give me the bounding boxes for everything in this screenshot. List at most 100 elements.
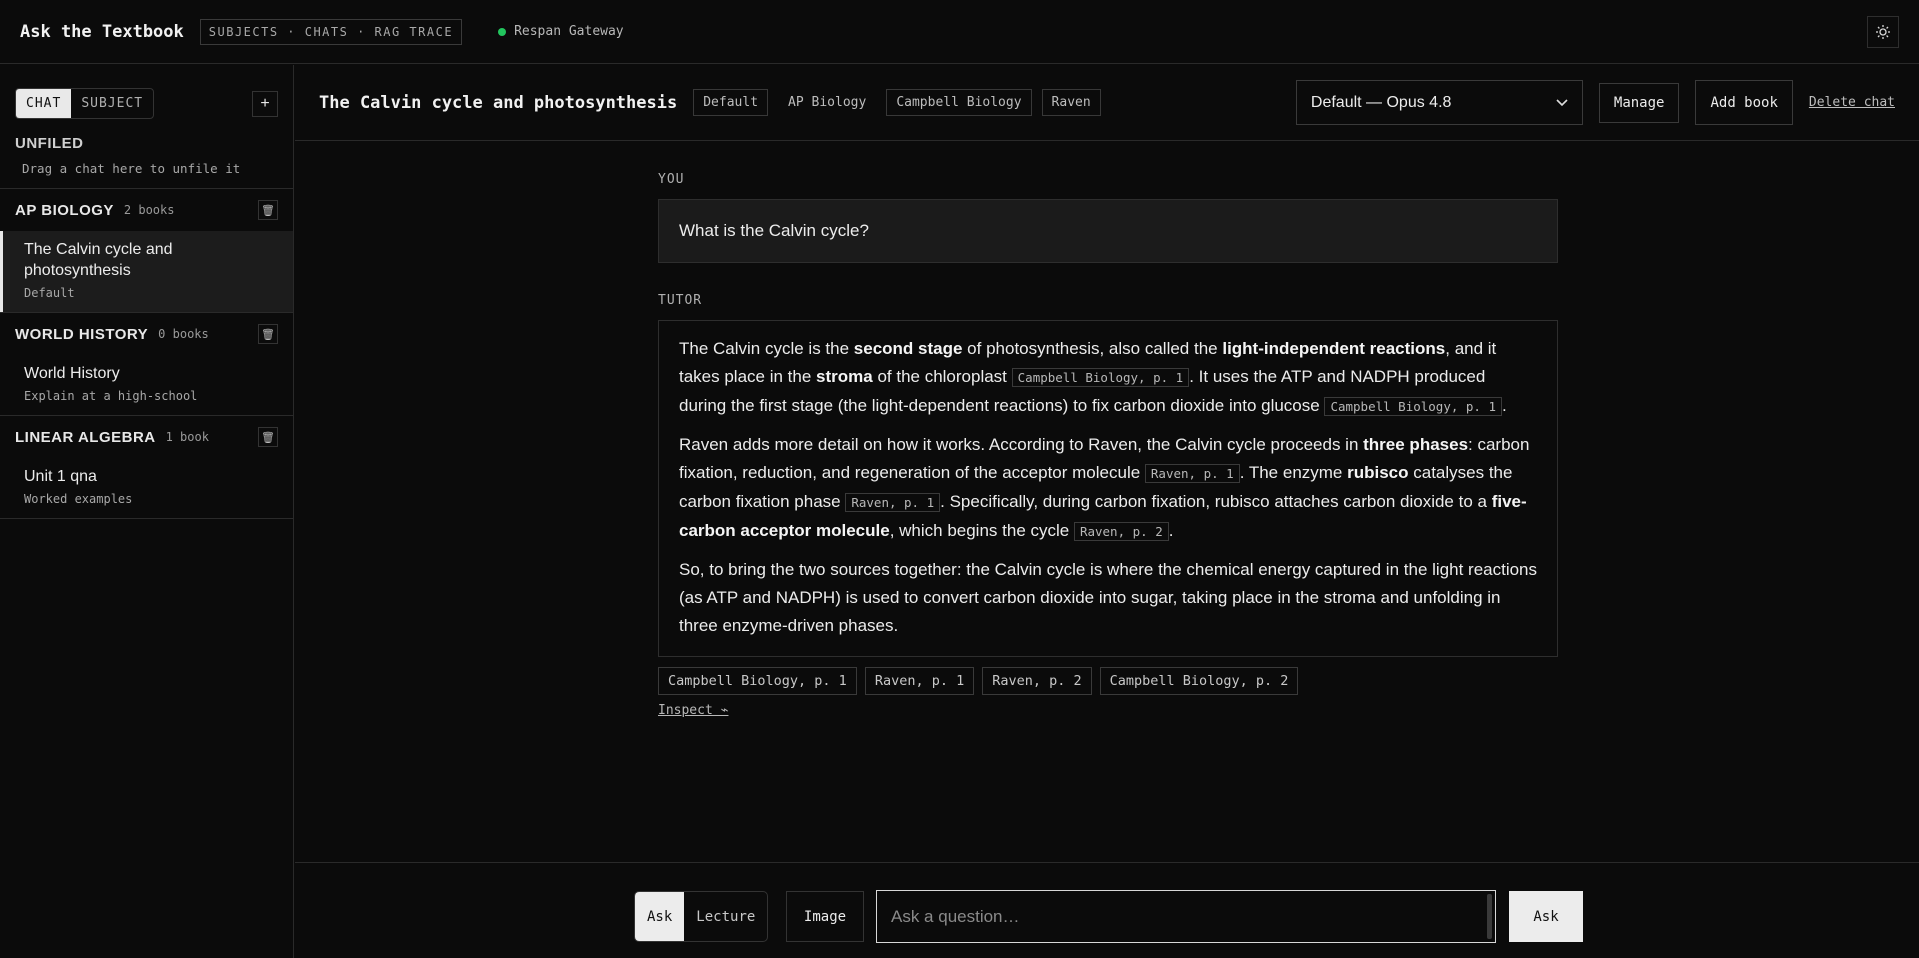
answer-text: . Specifically, during carbon fixation, …	[940, 492, 1492, 511]
chat-tags: Default AP Biology Campbell Biology Rave…	[683, 89, 1101, 116]
answer-bold: stroma	[816, 367, 873, 386]
manage-button[interactable]: Manage	[1598, 82, 1680, 123]
subject-group: LINEAR ALGEBRA 1 book 🗑 Unit 1 qna Worke…	[0, 416, 293, 519]
status-dot-icon	[498, 27, 507, 36]
inline-citation[interactable]: Campbell Biology, p. 1	[1324, 397, 1503, 416]
answer-paragraph: The Calvin cycle is the second stage of …	[679, 335, 1537, 421]
group-header: UNFILED	[0, 125, 293, 161]
chevron-down-icon	[1556, 96, 1568, 110]
answer-bold: light-independent reactions	[1222, 339, 1446, 358]
sidebar: CHAT SUBJECT + UNFILED Drag a chat here …	[0, 65, 294, 958]
chat-list-item[interactable]: Unit 1 qna Worked examples	[0, 458, 293, 518]
answer-text: of the chloroplast	[872, 367, 1012, 386]
subject-group: AP BIOLOGY 2 books 🗑 The Calvin cycle an…	[0, 189, 293, 313]
nav-links[interactable]: SUBJECTS · CHATS · RAG TRACE	[199, 18, 463, 45]
question-input[interactable]	[876, 890, 1496, 943]
composer: Ask Lecture Image Ask	[295, 862, 1919, 958]
inline-citation[interactable]: Raven, p. 2	[1073, 522, 1169, 541]
group-name: WORLD HISTORY	[15, 325, 149, 343]
group-book-count: 0 books	[158, 327, 209, 341]
source-list: Campbell Biology, p. 1 Raven, p. 1 Raven…	[658, 667, 1558, 695]
conversation: YOU What is the Calvin cycle? TUTOR The …	[658, 141, 1558, 719]
answer-text: Raven adds more detail on how it works. …	[679, 435, 1364, 454]
answer-bold: second stage	[853, 339, 963, 358]
source-chip[interactable]: Campbell Biology, p. 1	[658, 667, 857, 695]
header-actions: Default — Opus 4.8 Manage Add book Delet…	[1295, 80, 1895, 125]
chat-subtitle: Explain at a high-school	[24, 389, 198, 403]
ask-button[interactable]: Ask	[1509, 891, 1583, 942]
answer-text: .	[1168, 521, 1174, 540]
group-header[interactable]: LINEAR ALGEBRA 1 book 🗑	[0, 416, 293, 458]
delete-subject-button[interactable]: 🗑	[258, 427, 278, 447]
gateway-status: Respan Gateway	[498, 24, 624, 39]
answer-text: , which begins the cycle	[889, 521, 1074, 540]
gateway-label: Respan Gateway	[514, 24, 624, 39]
input-scrollbar[interactable]	[1487, 894, 1492, 939]
chat-title: The Calvin cycle and photosynthesis	[24, 241, 173, 279]
chat-list-item[interactable]: World History Explain at a high-school	[0, 355, 293, 415]
new-chat-button[interactable]: +	[252, 90, 278, 117]
mode-lecture[interactable]: Lecture	[684, 892, 767, 941]
group-header[interactable]: WORLD HISTORY 0 books 🗑	[0, 313, 293, 355]
inline-citation[interactable]: Campbell Biology, p. 1	[1011, 368, 1190, 387]
chat-header: The Calvin cycle and photosynthesis Defa…	[295, 65, 1919, 141]
answer-text: . The enzyme	[1239, 463, 1348, 482]
chat-subtitle: Default	[24, 286, 75, 300]
answer-paragraph: Raven adds more detail on how it works. …	[679, 431, 1537, 546]
sun-icon	[1876, 25, 1890, 39]
group-name: LINEAR ALGEBRA	[15, 428, 156, 446]
chat-list-item[interactable]: The Calvin cycle and photosynthesis Defa…	[0, 231, 293, 312]
model-select[interactable]: Default — Opus 4.8	[1295, 80, 1583, 125]
answer-paragraph: So, to bring the two sources together: t…	[679, 560, 1538, 635]
group-book-count: 1 book	[165, 430, 209, 444]
answer-text: of photosynthesis, also called the	[962, 339, 1223, 358]
chat-subtitle: Worked examples	[24, 492, 133, 506]
toggle-chat[interactable]: CHAT	[16, 89, 72, 118]
theme-toggle-button[interactable]	[1867, 16, 1899, 48]
top-bar: Ask the Textbook SUBJECTS · CHATS · RAG …	[0, 0, 1919, 64]
inline-citation[interactable]: Raven, p. 1	[1144, 464, 1240, 483]
image-button[interactable]: Image	[786, 891, 864, 942]
unfiled-group[interactable]: UNFILED Drag a chat here to unfile it	[0, 125, 293, 189]
model-select-value: Default — Opus 4.8	[1310, 93, 1452, 111]
delete-subject-button[interactable]: 🗑	[258, 324, 278, 344]
toggle-subject[interactable]: SUBJECT	[71, 89, 153, 118]
answer-bold: three phases	[1363, 435, 1469, 454]
inline-citation[interactable]: Raven, p. 1	[845, 493, 941, 512]
group-name: UNFILED	[15, 134, 84, 152]
source-chip[interactable]: Campbell Biology, p. 2	[1099, 667, 1299, 695]
group-header[interactable]: AP BIOLOGY 2 books 🗑	[0, 189, 293, 231]
persona-tag: Default	[693, 89, 769, 116]
chat-title: Unit 1 qna	[24, 468, 97, 485]
view-toggle: CHAT SUBJECT	[15, 88, 155, 119]
unfiled-hint: Drag a chat here to unfile it	[22, 161, 241, 176]
source-chip[interactable]: Raven, p. 2	[982, 667, 1092, 695]
book-tag: Raven	[1041, 89, 1101, 116]
trash-icon: 🗑	[261, 204, 275, 217]
inspect-link[interactable]: Inspect ⌁	[658, 703, 728, 718]
group-book-count: 2 books	[123, 203, 175, 217]
trash-icon: 🗑	[261, 431, 275, 444]
tutor-message: The Calvin cycle is the second stage of …	[658, 320, 1558, 657]
app-title: Ask the Textbook	[20, 21, 184, 42]
tutor-label: TUTOR	[658, 293, 703, 308]
mode-toggle: Ask Lecture	[634, 891, 769, 942]
chat-title: World History	[24, 365, 120, 382]
add-book-button[interactable]: Add book	[1695, 80, 1793, 125]
trash-icon: 🗑	[261, 328, 275, 341]
chat-heading: The Calvin cycle and photosynthesis	[319, 92, 678, 113]
subject-tag: AP Biology	[788, 95, 867, 110]
group-name: AP BIOLOGY	[15, 201, 114, 219]
answer-text: .	[1502, 396, 1507, 415]
sidebar-toolbar: CHAT SUBJECT +	[0, 65, 293, 125]
answer-bold: rubisco	[1347, 463, 1409, 482]
user-message: What is the Calvin cycle?	[658, 199, 1558, 263]
delete-subject-button[interactable]: 🗑	[258, 200, 278, 220]
mode-ask[interactable]: Ask	[635, 892, 685, 941]
delete-chat-link[interactable]: Delete chat	[1809, 95, 1895, 110]
you-label: YOU	[658, 172, 685, 187]
answer-text: The Calvin cycle is the	[679, 339, 854, 358]
book-tag: Campbell Biology	[886, 89, 1032, 116]
source-chip[interactable]: Raven, p. 1	[864, 667, 975, 695]
subject-group: WORLD HISTORY 0 books 🗑 World History Ex…	[0, 313, 293, 416]
